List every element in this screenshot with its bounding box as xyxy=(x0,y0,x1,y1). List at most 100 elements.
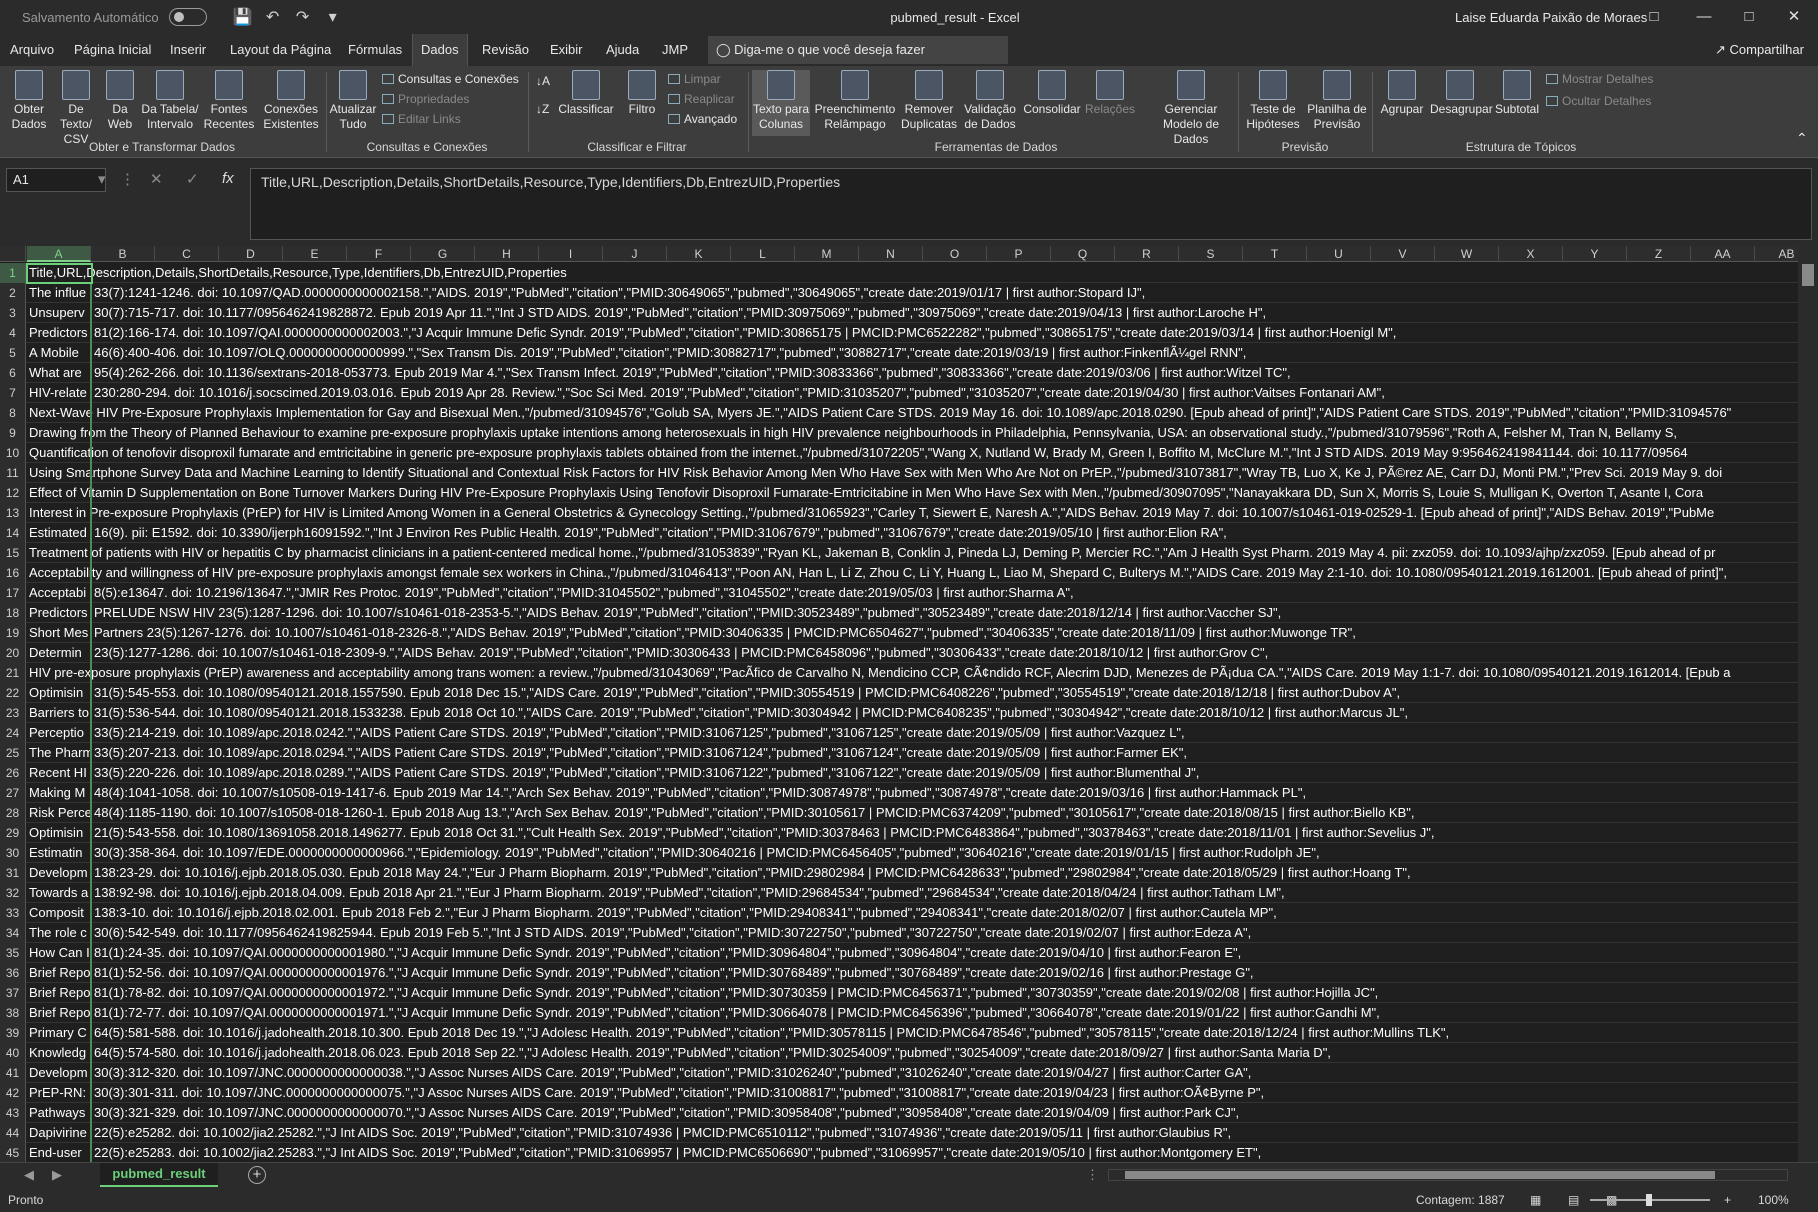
row-header[interactable]: 41 xyxy=(0,1063,26,1083)
page-layout-view-icon[interactable]: ▤ xyxy=(1568,1193,1579,1207)
limpar-button[interactable]: Limpar xyxy=(668,72,721,86)
da-web-button[interactable]: Da Web xyxy=(102,70,138,132)
tab-pagina-inicial[interactable]: Página Inicial xyxy=(66,34,159,66)
column-header[interactable]: M xyxy=(795,246,859,262)
row-header[interactable]: 44 xyxy=(0,1123,26,1143)
row-header[interactable]: 28 xyxy=(0,803,26,823)
zoom-slider-knob[interactable] xyxy=(1646,1194,1652,1206)
cell-a[interactable]: Brief Repo xyxy=(27,983,91,1003)
cell-b-overflow[interactable]: 138:23-29. doi: 10.1016/j.ejpb.2018.05.0… xyxy=(92,863,1798,883)
cell-b-overflow[interactable]: PRELUDE NSW HIV 23(5):1287-1296. doi: 10… xyxy=(92,603,1798,623)
teste-hipoteses-button[interactable]: Teste de Hipóteses xyxy=(1242,70,1304,132)
cell-a[interactable]: Acceptabi xyxy=(27,583,91,603)
share-button[interactable]: ↗ Compartilhar xyxy=(1715,34,1804,66)
row-header[interactable]: 35 xyxy=(0,943,26,963)
column-header[interactable]: W xyxy=(1435,246,1499,262)
cell-a[interactable]: Pathways xyxy=(27,1103,91,1123)
cell-a[interactable]: Optimisin xyxy=(27,683,91,703)
cell-a[interactable]: Risk Perce xyxy=(27,803,91,823)
tab-arquivo[interactable]: Arquivo xyxy=(2,34,62,66)
cell-a[interactable]: Predictors xyxy=(27,603,91,623)
cell-b-overflow[interactable]: 138:3-10. doi: 10.1016/j.ejpb.2018.02.00… xyxy=(92,903,1798,923)
column-header[interactable]: V xyxy=(1371,246,1435,262)
cell-b-overflow[interactable]: 21(5):543-558. doi: 10.1080/13691058.201… xyxy=(92,823,1798,843)
preenchimento-relampago-button[interactable]: Preenchimento Relâmpago xyxy=(814,70,896,132)
cell-a[interactable]: Determin xyxy=(27,643,91,663)
zoom-in-icon[interactable]: + xyxy=(1724,1193,1731,1207)
cell-b-overflow[interactable]: 30(6):542-549. doi: 10.1177/095646241982… xyxy=(92,923,1798,943)
row-header[interactable]: 23 xyxy=(0,703,26,723)
row-header[interactable]: 32 xyxy=(0,883,26,903)
column-header[interactable]: J xyxy=(603,246,667,262)
cell-b-overflow[interactable]: 81(1):24-35. doi: 10.1097/QAI.0000000000… xyxy=(92,943,1798,963)
column-header[interactable]: K xyxy=(667,246,731,262)
row-header[interactable]: 6 xyxy=(0,363,26,383)
tab-inserir[interactable]: Inserir xyxy=(162,34,214,66)
sheet-split-icon[interactable]: ⋮ xyxy=(1086,1167,1099,1183)
row-header[interactable]: 4 xyxy=(0,323,26,343)
consolidar-button[interactable]: Consolidar xyxy=(1020,70,1084,117)
column-header[interactable]: G xyxy=(411,246,475,262)
row-header[interactable]: 37 xyxy=(0,983,26,1003)
cell-b-overflow[interactable]: 8(5):e13647. doi: 10.2196/13647.","JMIR … xyxy=(92,583,1798,603)
cell-a[interactable]: Optimisin xyxy=(27,823,91,843)
cell-a[interactable]: Primary C xyxy=(27,1023,91,1043)
row-header[interactable]: 27 xyxy=(0,783,26,803)
da-tabela-button[interactable]: Da Tabela/ Intervalo xyxy=(140,70,200,132)
column-header[interactable]: Y xyxy=(1563,246,1627,262)
cell-b-overflow[interactable]: 30(3):301-311. doi: 10.1097/JNC.00000000… xyxy=(92,1083,1798,1103)
mostrar-detalhes-button[interactable]: Mostrar Detalhes xyxy=(1546,72,1653,86)
cell-b-overflow[interactable]: 230:280-294. doi: 10.1016/j.socscimed.20… xyxy=(92,383,1798,403)
row-header[interactable]: 12 xyxy=(0,483,26,503)
column-header[interactable]: AA xyxy=(1691,246,1755,262)
column-header[interactable]: R xyxy=(1115,246,1179,262)
cell-a[interactable]: Drawing from the Theory of Planned Behav… xyxy=(27,423,1798,443)
tab-revisao[interactable]: Revisão xyxy=(474,34,537,66)
cell-a[interactable]: The role c xyxy=(27,923,91,943)
cell-b-overflow[interactable]: 30(3):312-320. doi: 10.1097/JNC.00000000… xyxy=(92,1063,1798,1083)
cell-a[interactable]: Barriers to xyxy=(27,703,91,723)
row-header[interactable]: 31 xyxy=(0,863,26,883)
atualizar-tudo-button[interactable]: Atualizar Tudo xyxy=(328,70,378,132)
column-header[interactable]: U xyxy=(1307,246,1371,262)
row-header[interactable]: 1 xyxy=(0,263,26,283)
sheet-tab[interactable]: pubmed_result xyxy=(100,1163,218,1187)
editar-links-button[interactable]: Editar Links xyxy=(382,112,461,126)
cell-a[interactable]: PrEP-RN: xyxy=(27,1083,91,1103)
column-header[interactable]: P xyxy=(987,246,1051,262)
column-header[interactable]: L xyxy=(731,246,795,262)
row-header[interactable]: 36 xyxy=(0,963,26,983)
cell-b-overflow[interactable]: 30(3):358-364. doi: 10.1097/EDE.00000000… xyxy=(92,843,1798,863)
row-header[interactable]: 43 xyxy=(0,1103,26,1123)
row-header[interactable]: 10 xyxy=(0,443,26,463)
validacao-dados-button[interactable]: Validação de Dados xyxy=(962,70,1018,132)
row-header[interactable]: 34 xyxy=(0,923,26,943)
desagrupar-button[interactable]: Desagrupar xyxy=(1430,70,1493,117)
horizontal-scroll-thumb[interactable] xyxy=(1125,1171,1715,1179)
cell-a[interactable]: HIV-relate xyxy=(27,383,91,403)
row-header[interactable]: 24 xyxy=(0,723,26,743)
zoom-slider[interactable] xyxy=(1590,1194,1710,1206)
cell-b-overflow[interactable]: 33(7):1241-1246. doi: 10.1097/QAD.000000… xyxy=(92,283,1798,303)
cell-a[interactable]: How Can I xyxy=(27,943,91,963)
cell-b-overflow[interactable]: 48(4):1041-1058. doi: 10.1007/s10508-019… xyxy=(92,783,1798,803)
fontes-recentes-button[interactable]: Fontes Recentes xyxy=(202,70,256,132)
vertical-scrollbar[interactable] xyxy=(1798,246,1818,1162)
cell-b-overflow[interactable]: 33(5):220-226. doi: 10.1089/apc.2018.028… xyxy=(92,763,1798,783)
tab-ajuda[interactable]: Ajuda xyxy=(598,34,647,66)
cell-b-overflow[interactable]: 33(5):207-213. doi: 10.1089/apc.2018.029… xyxy=(92,743,1798,763)
column-header[interactable]: C xyxy=(155,246,219,262)
formula-input[interactable]: Title,URL,Description,Details,ShortDetai… xyxy=(250,168,1812,240)
cell-a[interactable]: End-user xyxy=(27,1143,91,1162)
cell-a[interactable]: Brief Repo xyxy=(27,1003,91,1023)
cell-a[interactable]: Predictors xyxy=(27,323,91,343)
cell-a[interactable]: Quantification of tenofovir disoproxil f… xyxy=(27,443,1798,463)
row-header[interactable]: 22 xyxy=(0,683,26,703)
column-header[interactable]: Q xyxy=(1051,246,1115,262)
cell-b-overflow[interactable]: 81(1):78-82. doi: 10.1097/QAI.0000000000… xyxy=(92,983,1798,1003)
row-header[interactable]: 8 xyxy=(0,403,26,423)
cell-b-overflow[interactable]: 30(3):321-329. doi: 10.1097/JNC.00000000… xyxy=(92,1103,1798,1123)
cell-a[interactable]: Interest in Pre-exposure Prophylaxis (Pr… xyxy=(27,503,1798,523)
next-sheet-icon[interactable]: ▶ xyxy=(52,1167,62,1183)
consultas-conexoes-button[interactable]: Consultas e Conexões xyxy=(382,72,519,86)
